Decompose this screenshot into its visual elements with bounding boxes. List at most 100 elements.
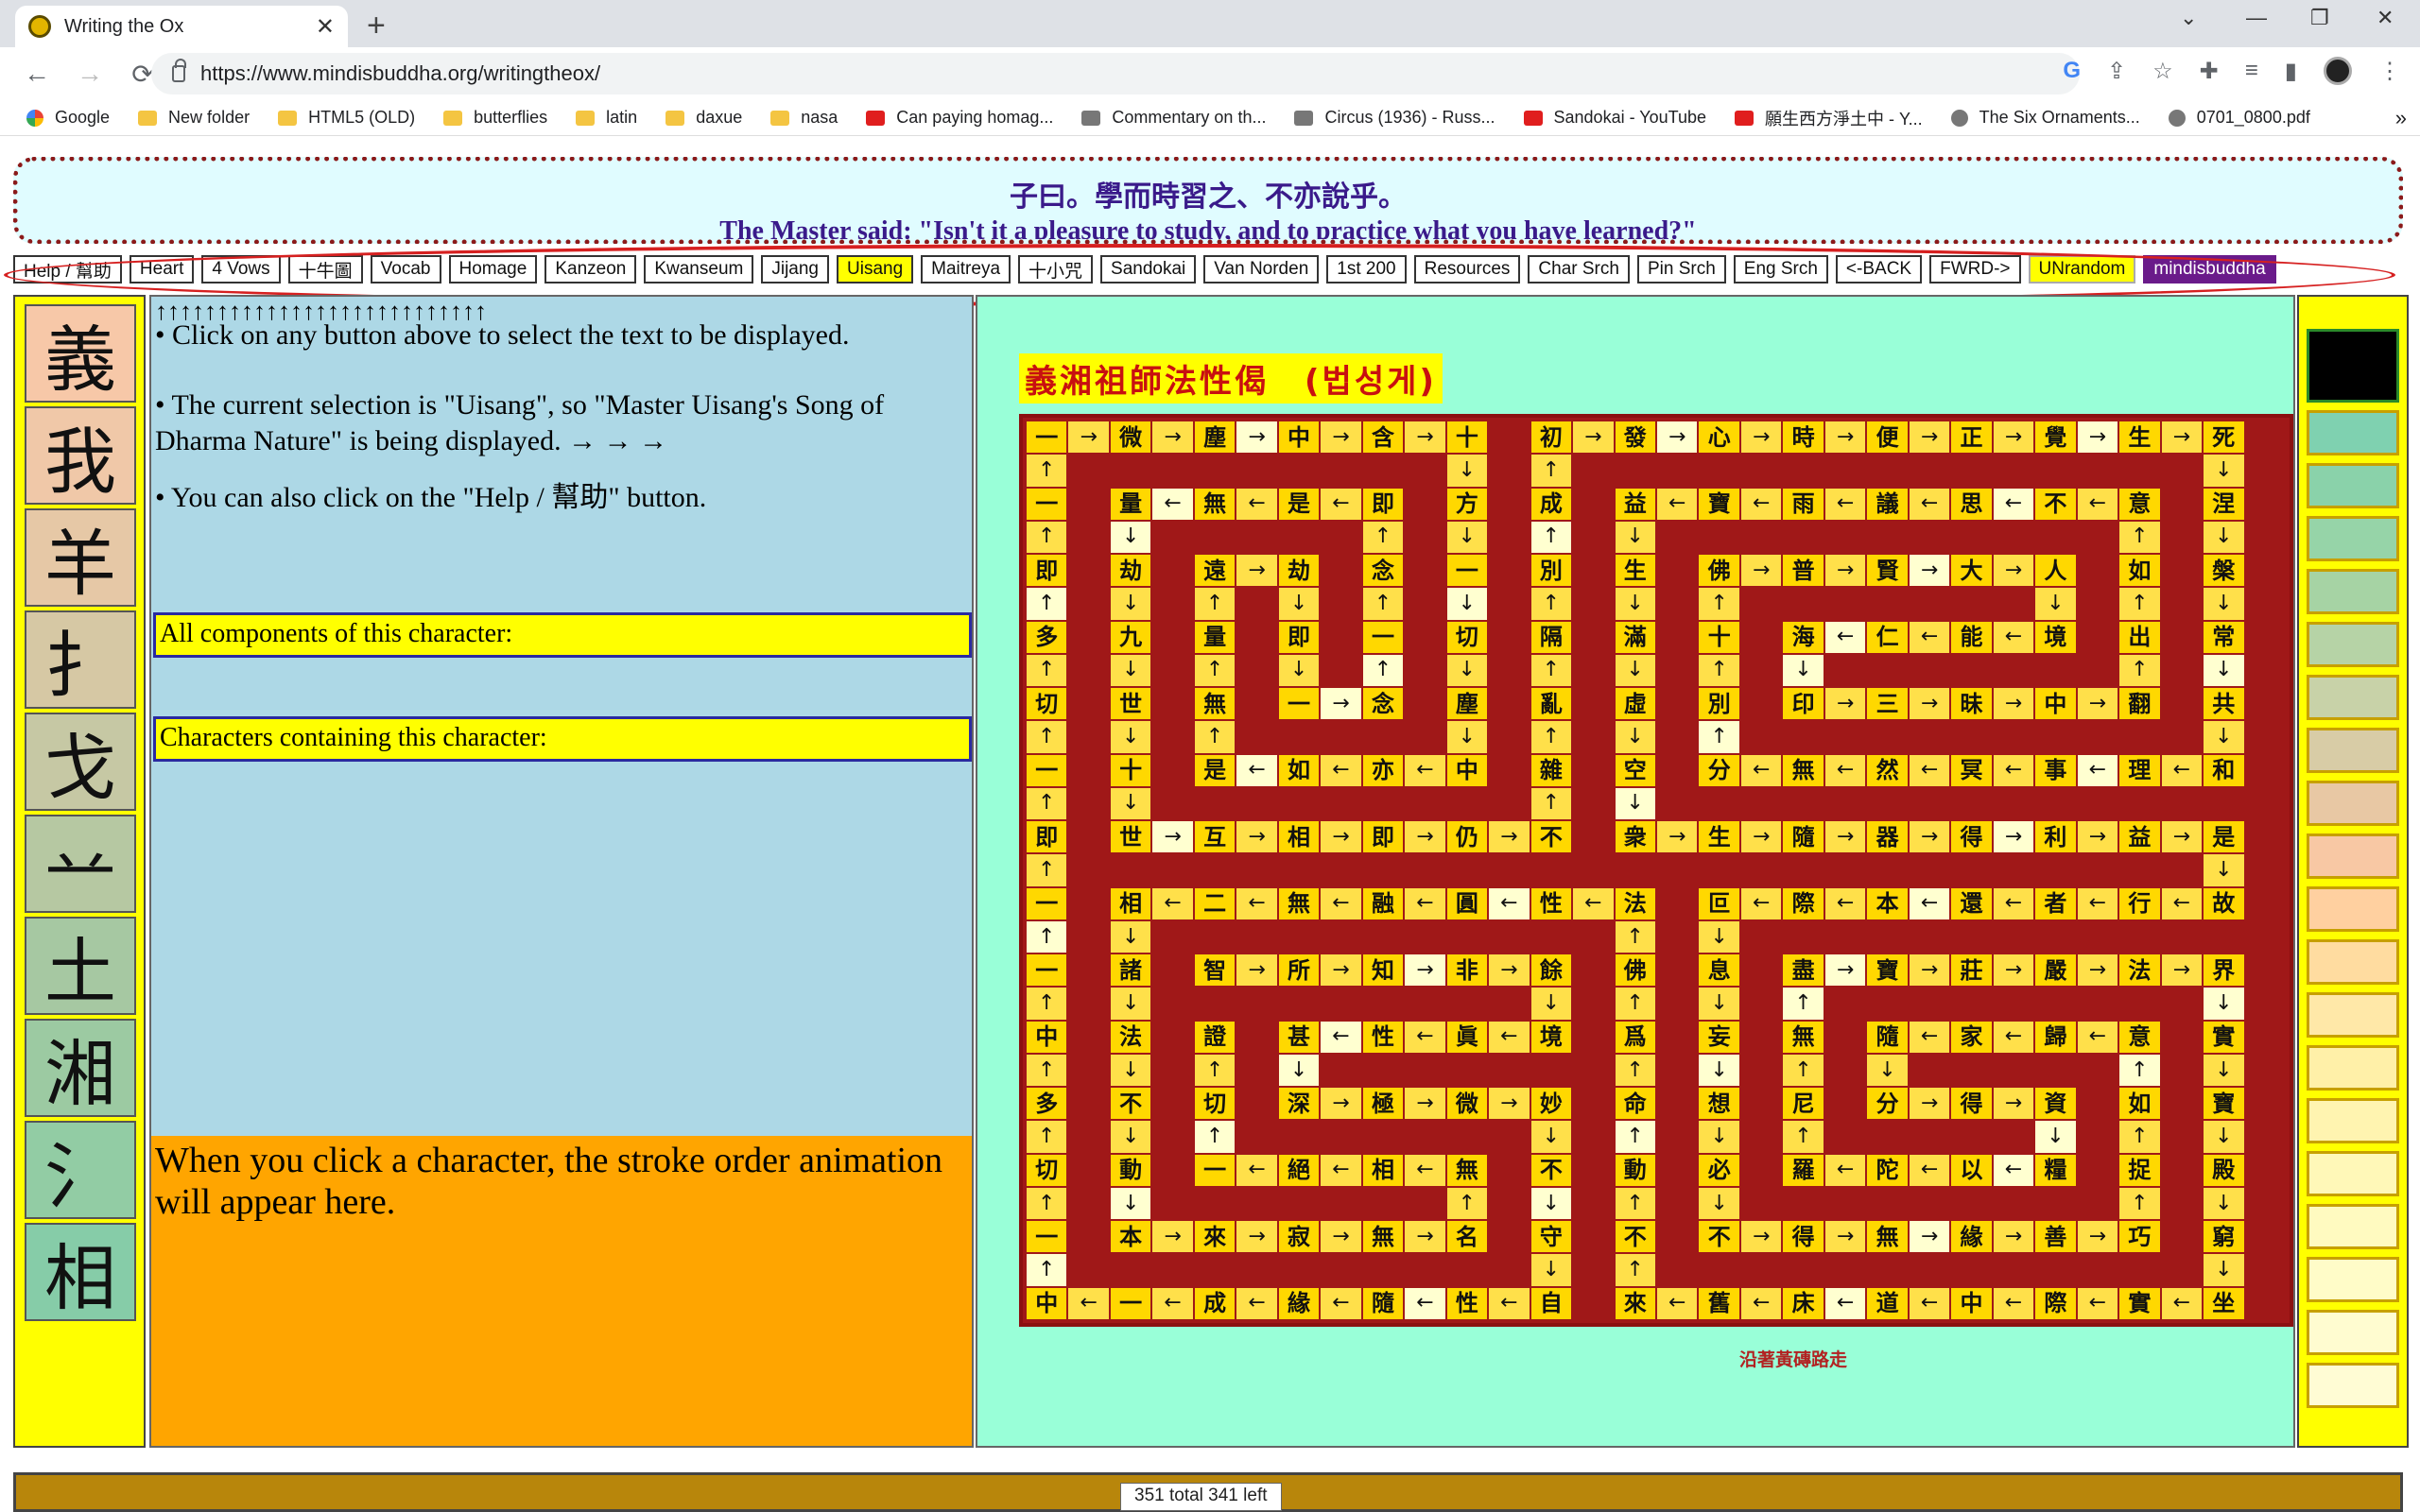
color-swatch[interactable]: [2307, 463, 2399, 508]
grid-character[interactable]: 多: [1027, 1088, 1067, 1120]
grid-character[interactable]: 世: [1110, 688, 1151, 720]
nav-button-8[interactable]: Jijang: [761, 255, 829, 284]
grid-character[interactable]: 方: [1446, 488, 1488, 520]
nav-button-3[interactable]: 十牛圖: [287, 255, 363, 284]
color-swatch[interactable]: [2307, 410, 2399, 455]
grid-character[interactable]: 捉: [2119, 1154, 2160, 1186]
grid-character[interactable]: 相: [1278, 821, 1320, 853]
grid-character[interactable]: 羅: [1783, 1154, 1824, 1186]
bookmark-folder[interactable]: latin: [576, 108, 637, 128]
grid-character[interactable]: 成: [1194, 1287, 1236, 1319]
grid-character[interactable]: 三: [1867, 688, 1908, 720]
grid-character[interactable]: 滿: [1615, 621, 1655, 653]
grid-character[interactable]: 來: [1615, 1287, 1655, 1319]
nav-button-5[interactable]: Homage: [448, 255, 538, 284]
grid-character[interactable]: 槃: [2204, 555, 2244, 587]
grid-character[interactable]: 二: [1194, 887, 1236, 919]
restore-icon[interactable]: ❐: [2310, 6, 2329, 30]
grid-character[interactable]: 巧: [2119, 1221, 2160, 1253]
color-swatch[interactable]: [2307, 886, 2399, 932]
grid-character[interactable]: 然: [1867, 754, 1908, 786]
grid-character[interactable]: 得: [1951, 1088, 1992, 1120]
color-swatch[interactable]: [2307, 1204, 2399, 1249]
grid-character[interactable]: 雜: [1530, 754, 1572, 786]
grid-character[interactable]: 世: [1110, 821, 1151, 853]
grid-character[interactable]: 如: [1278, 754, 1320, 786]
grid-character[interactable]: 切: [1194, 1088, 1236, 1120]
nav-button-0[interactable]: Help / 幫助: [13, 255, 122, 284]
grid-character[interactable]: 一: [1446, 555, 1488, 587]
grid-character[interactable]: 如: [2119, 555, 2160, 587]
grid-character[interactable]: 法: [1110, 1021, 1151, 1053]
grid-character[interactable]: 普: [1783, 555, 1824, 587]
grid-character[interactable]: 九: [1110, 621, 1151, 653]
component-tile[interactable]: 湘: [25, 1019, 136, 1117]
grid-character[interactable]: 無: [1783, 754, 1824, 786]
grid-character[interactable]: 殿: [2204, 1154, 2244, 1186]
grid-character[interactable]: 隨: [1867, 1021, 1908, 1053]
grid-character[interactable]: 來: [1194, 1221, 1236, 1253]
color-swatch[interactable]: [2307, 992, 2399, 1038]
grid-character[interactable]: 亂: [1530, 688, 1572, 720]
grid-character[interactable]: 法: [1615, 887, 1655, 919]
grid-character[interactable]: 寶: [1867, 954, 1908, 987]
grid-character[interactable]: 爲: [1615, 1021, 1655, 1053]
grid-character[interactable]: 成: [1530, 488, 1572, 520]
grid-character[interactable]: 一: [1194, 1154, 1236, 1186]
grid-character[interactable]: 初: [1530, 421, 1572, 454]
grid-character[interactable]: 眞: [1446, 1021, 1488, 1053]
grid-character[interactable]: 息: [1699, 954, 1739, 987]
bookmark-pdf[interactable]: 0701_0800.pdf: [2168, 108, 2310, 128]
grid-character[interactable]: 無: [1362, 1221, 1404, 1253]
grid-character[interactable]: 覺: [2035, 421, 2076, 454]
grid-character[interactable]: 仁: [1867, 621, 1908, 653]
bookmark-page[interactable]: The Six Ornaments...: [1950, 108, 2140, 128]
bookmark-youtube[interactable]: 願生西方淨土中 - Y...: [1734, 106, 1923, 130]
grid-character[interactable]: 海: [1783, 621, 1824, 653]
grid-character[interactable]: 緣: [1278, 1287, 1320, 1319]
grid-character[interactable]: 別: [1530, 555, 1572, 587]
close-window-icon[interactable]: ✕: [2377, 6, 2394, 30]
grid-character[interactable]: 是: [1194, 754, 1236, 786]
grid-character[interactable]: 雨: [1783, 488, 1824, 520]
color-swatch[interactable]: [2307, 1310, 2399, 1355]
nav-button-19[interactable]: <-BACK: [1835, 255, 1923, 284]
component-tile[interactable]: 土: [25, 917, 136, 1015]
grid-character[interactable]: 中: [2035, 688, 2076, 720]
grid-character[interactable]: 含: [1362, 421, 1404, 454]
color-swatch[interactable]: [2307, 622, 2399, 667]
grid-character[interactable]: 善: [2035, 1221, 2076, 1253]
grid-character[interactable]: 無: [1194, 688, 1236, 720]
grid-character[interactable]: 不: [2035, 488, 2076, 520]
grid-character[interactable]: 境: [2035, 621, 2076, 653]
nav-button-14[interactable]: 1st 200: [1326, 255, 1407, 284]
grid-character[interactable]: 糧: [2035, 1154, 2076, 1186]
grid-character[interactable]: 圓: [1446, 887, 1488, 919]
component-tile[interactable]: 羊: [25, 508, 136, 607]
grid-character[interactable]: 一: [1027, 754, 1067, 786]
grid-character[interactable]: 家: [1951, 1021, 1992, 1053]
grid-character[interactable]: 相: [1110, 887, 1151, 919]
grid-character[interactable]: 利: [2035, 821, 2076, 853]
grid-character[interactable]: 仍: [1446, 821, 1488, 853]
nav-button-1[interactable]: Heart: [129, 255, 195, 284]
grid-character[interactable]: 際: [1783, 887, 1824, 919]
bookmark-google[interactable]: Google: [26, 108, 110, 128]
grid-character[interactable]: 益: [2119, 821, 2160, 853]
grid-character[interactable]: 空: [1615, 754, 1655, 786]
component-tile[interactable]: 戈: [25, 713, 136, 811]
grid-character[interactable]: 共: [2204, 688, 2244, 720]
grid-character[interactable]: 中: [1027, 1021, 1067, 1053]
grid-character[interactable]: 無: [1194, 488, 1236, 520]
bookmark-folder[interactable]: daxue: [666, 108, 742, 128]
grid-character[interactable]: 心: [1699, 421, 1739, 454]
grid-character[interactable]: 餘: [1530, 954, 1572, 987]
grid-character[interactable]: 莊: [1951, 954, 1992, 987]
grid-character[interactable]: 人: [2035, 555, 2076, 587]
component-tile[interactable]: 義: [25, 304, 136, 403]
grid-character[interactable]: 一: [1027, 488, 1067, 520]
grid-character[interactable]: 實: [2204, 1021, 2244, 1053]
grid-character[interactable]: 死: [2204, 421, 2244, 454]
grid-character[interactable]: 無: [1446, 1154, 1488, 1186]
grid-character[interactable]: 衆: [1615, 821, 1655, 853]
